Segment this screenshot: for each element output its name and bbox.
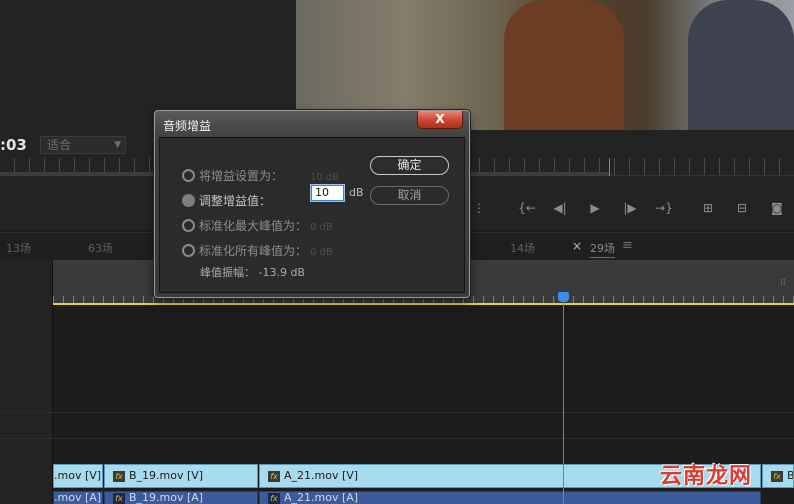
trim-handle-icon[interactable]: ⋮ bbox=[470, 199, 488, 217]
insert-icon[interactable]: ⊞ bbox=[699, 199, 717, 217]
fx-icon: fx bbox=[771, 470, 783, 482]
person-figure-left bbox=[504, 0, 624, 130]
adjust-gain-unit: dB bbox=[349, 186, 364, 199]
tab-29[interactable]: 29场 bbox=[590, 240, 615, 258]
audio-clip[interactable]: fx B_19.mov [A] bbox=[104, 491, 258, 504]
go-to-out-icon[interactable]: →} bbox=[655, 199, 673, 217]
video-clip[interactable]: fx B bbox=[762, 464, 794, 488]
option-label: 调整增益值： bbox=[199, 194, 272, 208]
radio-checked-icon[interactable] bbox=[182, 194, 195, 207]
clip-label: B_19.mov [A] bbox=[129, 491, 204, 504]
step-back-icon[interactable]: ◀| bbox=[551, 199, 569, 217]
chevron-down-icon: ▼ bbox=[114, 140, 121, 150]
audio-clip[interactable]: fx A_21.mov [A] bbox=[259, 491, 761, 504]
tab-63[interactable]: 63场 bbox=[88, 240, 113, 256]
tab-14[interactable]: 14场 bbox=[510, 240, 535, 256]
work-area-bar[interactable] bbox=[53, 303, 794, 305]
adjust-gain-input[interactable]: 10 bbox=[310, 184, 345, 202]
radio-icon[interactable] bbox=[182, 169, 195, 182]
person-figure-right bbox=[688, 0, 794, 130]
timeline-playhead-line bbox=[563, 300, 564, 504]
video-clip[interactable]: .mov [V] bbox=[53, 464, 103, 488]
close-icon: X bbox=[435, 112, 445, 126]
normalize-max-value: 0 dB bbox=[310, 222, 333, 233]
clip-label: .mov [A] bbox=[54, 491, 102, 504]
fit-select-value: 适合 bbox=[47, 138, 72, 152]
watermark-logo: 云南龙网 bbox=[660, 464, 753, 489]
fx-icon: fx bbox=[113, 470, 125, 482]
track-headers bbox=[0, 260, 53, 504]
track-divider bbox=[0, 412, 794, 413]
go-to-in-icon[interactable]: {← bbox=[518, 199, 536, 217]
overwrite-icon[interactable]: ⊟ bbox=[733, 199, 751, 217]
option-label: 标准化所有峰值为： bbox=[199, 244, 308, 258]
set-gain-value: 10 dB bbox=[310, 172, 340, 183]
dialog-body: 将增益设置为： 10 dB 调整增益值： 10 dB 标准化最大峰值为： 0 d… bbox=[159, 137, 465, 293]
audio-gain-dialog: 音频增益 X 将增益设置为： 10 dB 调整增益值： 10 dB 标准化最大峰… bbox=[154, 110, 470, 298]
close-icon[interactable]: × bbox=[572, 239, 582, 253]
fx-icon: fx bbox=[268, 470, 280, 482]
fx-icon: fx bbox=[113, 492, 125, 504]
clip-label: A_21.mov [V] bbox=[284, 469, 359, 482]
fx-icon: fx bbox=[268, 492, 280, 504]
menu-icon[interactable]: ≡ bbox=[622, 238, 633, 253]
program-playhead[interactable] bbox=[609, 158, 610, 176]
play-icon[interactable]: ▶ bbox=[586, 199, 604, 217]
ok-button[interactable]: 确定 bbox=[370, 156, 449, 175]
clip-label: .mov [V] bbox=[54, 469, 102, 482]
timeline-playhead-handle[interactable] bbox=[558, 292, 569, 302]
radio-icon[interactable] bbox=[182, 244, 195, 257]
radio-icon[interactable] bbox=[182, 219, 195, 232]
clip-label: B_19.mov [V] bbox=[129, 469, 204, 482]
option-label: 标准化最大峰值为： bbox=[199, 219, 308, 233]
peak-amplitude-readout: 峰值振幅： -13.9 dB bbox=[200, 266, 305, 279]
fit-select[interactable]: 适合 ▼ bbox=[40, 136, 126, 154]
option-label: 将增益设置为： bbox=[199, 169, 284, 183]
ruler-menu-icon[interactable]: ⁞⁞ bbox=[780, 278, 786, 288]
audio-clip[interactable]: .mov [A] bbox=[53, 491, 103, 504]
normalize-all-value: 0 dB bbox=[310, 247, 333, 258]
tab-13[interactable]: 13场 bbox=[6, 240, 31, 256]
clip-label: A_21.mov [A] bbox=[284, 491, 359, 504]
cancel-button[interactable]: 取消 bbox=[370, 186, 449, 205]
step-forward-icon[interactable]: |▶ bbox=[621, 199, 639, 217]
video-clip[interactable]: fx B_19.mov [V] bbox=[104, 464, 258, 488]
clip-label: B bbox=[787, 469, 794, 482]
timecode-display[interactable]: :03 bbox=[0, 136, 27, 154]
track-divider bbox=[0, 438, 794, 439]
camera-icon[interactable]: ◙ bbox=[768, 199, 786, 217]
dialog-close-button[interactable]: X bbox=[417, 111, 463, 129]
dialog-title: 音频增益 bbox=[163, 119, 212, 133]
